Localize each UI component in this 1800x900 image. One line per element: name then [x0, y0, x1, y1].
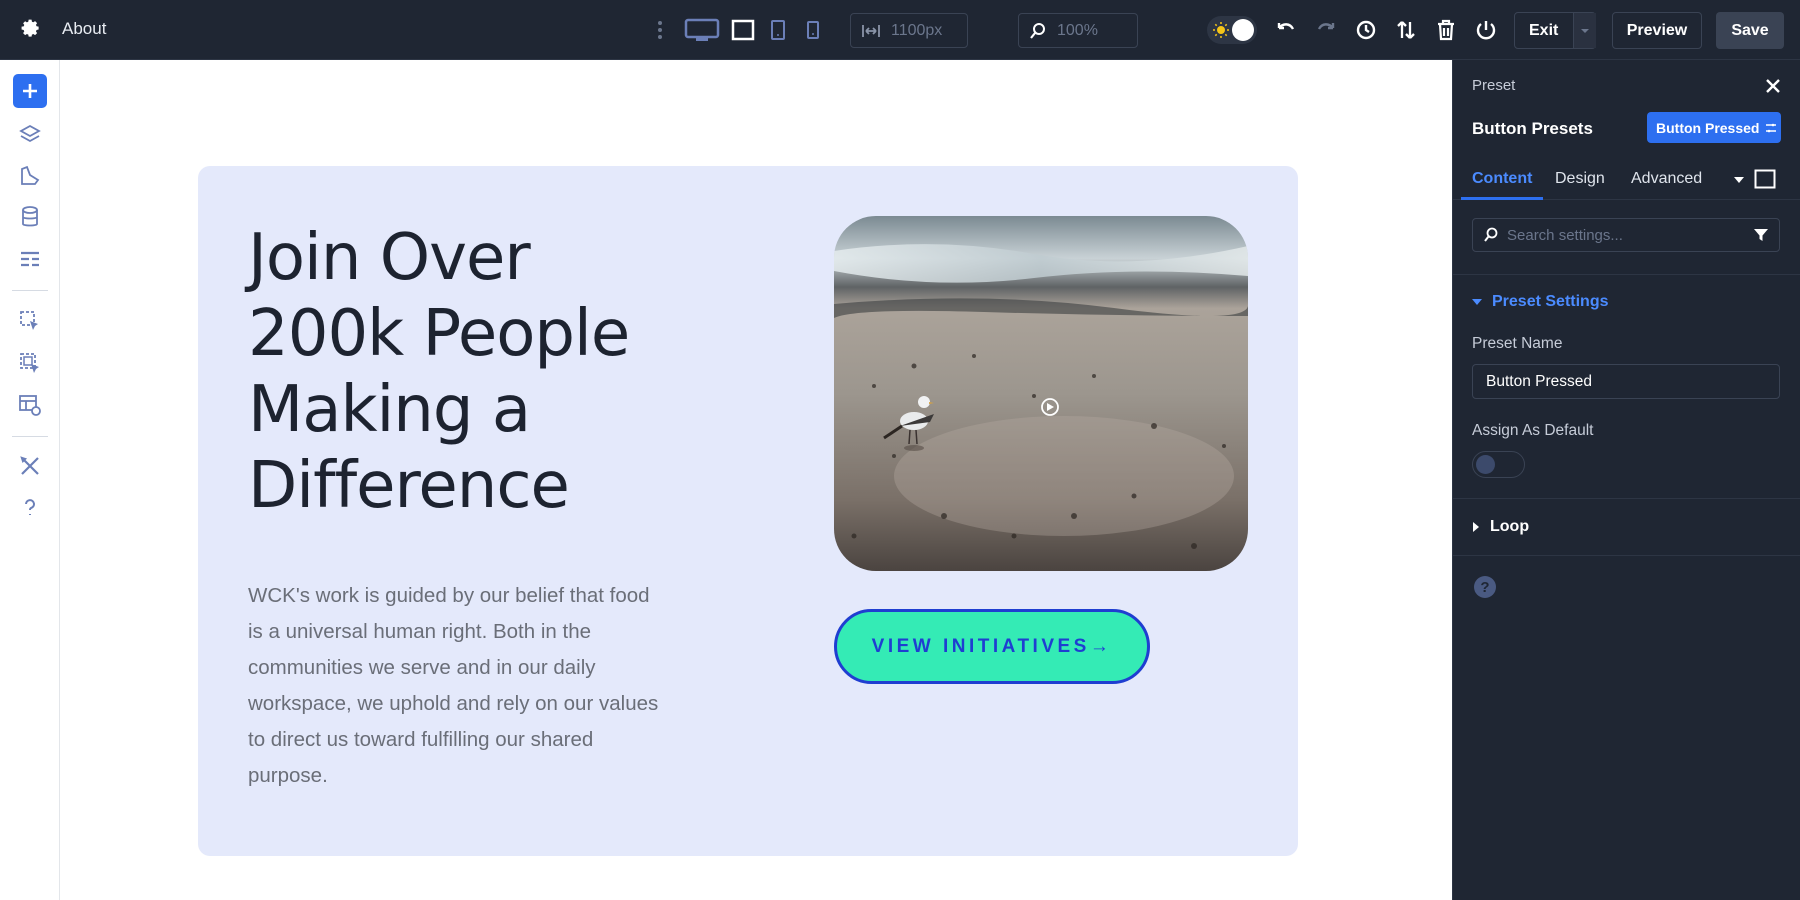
chevron-down-icon [1581, 29, 1589, 33]
preview-button[interactable]: Preview [1612, 12, 1702, 49]
tools-icon[interactable] [18, 454, 42, 478]
preset-settings-icon [1766, 123, 1777, 132]
sidebar-divider [12, 290, 48, 291]
gear-icon[interactable] [20, 18, 42, 40]
plus-icon [23, 84, 37, 98]
settings-panel: Preset Button Presets Button Pressed Con… [1452, 60, 1800, 900]
view-initiatives-button[interactable]: VIEW INITIATIVES→ [834, 609, 1150, 684]
search-input[interactable] [1507, 226, 1747, 244]
panel-divider [1453, 274, 1800, 275]
preset-settings-group-label: Preset Settings [1492, 293, 1609, 310]
theme-toggle[interactable] [1207, 16, 1257, 44]
design-icon[interactable] [18, 164, 42, 188]
hero-video[interactable] [834, 216, 1248, 571]
panel-preset-label: Preset [1472, 77, 1516, 94]
assign-default-toggle[interactable] [1472, 451, 1525, 478]
tablet-view-button[interactable] [768, 16, 788, 44]
sun-icon [1213, 22, 1229, 38]
help-icon[interactable]: ? [1474, 576, 1496, 598]
history-icon[interactable] [1354, 18, 1378, 42]
sidebar-divider [12, 436, 48, 437]
page-title: About [62, 19, 107, 38]
panel-tabs: Content Design Advanced [1453, 158, 1800, 200]
preset-name-label: Preset Name [1472, 335, 1563, 352]
theme-toggle-knob [1232, 19, 1254, 41]
hero-section[interactable]: Join Over 200k People Making a Differenc… [198, 166, 1298, 856]
panel-title: Button Presets [1472, 119, 1593, 138]
phone-icon [807, 21, 819, 39]
kebab-icon[interactable] [656, 18, 664, 42]
loop-group-toggle[interactable]: Loop [1472, 518, 1529, 536]
preset-settings-group-toggle[interactable]: Preset Settings [1472, 293, 1608, 311]
phone-view-button[interactable] [804, 16, 822, 44]
trash-icon[interactable] [1434, 18, 1458, 42]
zoom-field[interactable]: 100% [1018, 13, 1138, 48]
desktop-view-button[interactable] [684, 16, 720, 44]
width-field[interactable]: 1100px [850, 13, 968, 48]
hero-heading[interactable]: Join Over 200k People Making a Differenc… [248, 220, 668, 524]
tablet-icon [771, 20, 785, 40]
chevron-right-icon [1473, 522, 1479, 532]
layers-icon[interactable] [18, 123, 42, 147]
search-icon [1484, 227, 1498, 242]
undo-icon[interactable] [1274, 18, 1298, 42]
panel-divider [1453, 498, 1800, 499]
chevron-down-icon [1472, 299, 1482, 305]
search-icon [1030, 22, 1045, 39]
beach-seagull-image [834, 216, 1248, 571]
laptop-view-button[interactable] [730, 16, 756, 44]
panel-divider [1453, 555, 1800, 556]
preset-badge[interactable]: Button Pressed [1647, 112, 1781, 143]
tab-advanced[interactable]: Advanced [1631, 170, 1702, 188]
assign-default-knob [1476, 455, 1495, 474]
close-icon[interactable] [1763, 76, 1783, 96]
exit-label: Exit [1529, 22, 1559, 39]
tab-design[interactable]: Design [1555, 170, 1605, 188]
laptop-icon [731, 19, 755, 41]
width-icon [862, 24, 880, 37]
settings-search[interactable] [1472, 218, 1780, 252]
preset-name-input[interactable] [1472, 364, 1780, 399]
desktop-icon [684, 18, 720, 41]
exit-dropdown-button[interactable] [1573, 13, 1596, 48]
layout-icon[interactable] [18, 247, 42, 271]
top-toolbar: About 1100px 100% Exit Preview Save [0, 0, 1800, 60]
left-sidebar [0, 60, 60, 900]
exit-button[interactable]: Exit [1514, 12, 1596, 49]
tab-content[interactable]: Content [1472, 170, 1532, 188]
hero-body-text[interactable]: WCK's work is guided by our belief that … [248, 578, 668, 794]
filter-icon[interactable] [1753, 227, 1769, 243]
theme-builder-icon[interactable] [18, 393, 42, 417]
width-value: 1100px [891, 21, 943, 39]
multi-select-icon[interactable] [18, 351, 42, 375]
zoom-value: 100% [1057, 21, 1098, 39]
sort-icon[interactable] [1394, 18, 1418, 42]
save-button[interactable]: Save [1716, 12, 1784, 49]
power-icon[interactable] [1474, 18, 1498, 42]
builder-canvas: Join Over 200k People Making a Differenc… [60, 60, 1504, 900]
preset-badge-label: Button Pressed [1656, 119, 1760, 136]
add-button[interactable] [13, 74, 47, 108]
caret-icon[interactable] [1733, 176, 1745, 184]
active-tab-indicator [1461, 197, 1543, 200]
help-icon[interactable] [18, 496, 42, 520]
select-icon[interactable] [18, 309, 42, 333]
loop-group-label: Loop [1490, 518, 1530, 535]
redo-icon[interactable] [1314, 18, 1338, 42]
database-icon[interactable] [18, 205, 42, 229]
wireframe-view-icon[interactable] [1754, 169, 1776, 189]
assign-default-label: Assign As Default [1472, 422, 1594, 439]
